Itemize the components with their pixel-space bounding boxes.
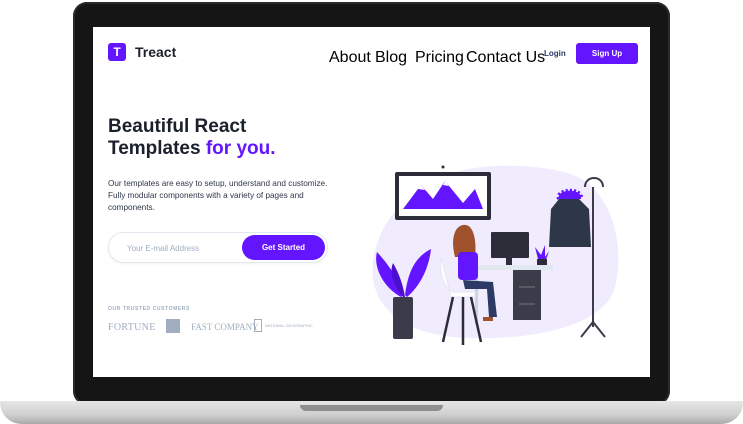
nav-link-pricing[interactable]: Pricing <box>415 49 464 67</box>
brand-name: Treact <box>135 44 177 60</box>
nav-link-contact[interactable]: Contact Us <box>466 49 545 67</box>
email-signup-form: Get Started <box>108 232 328 263</box>
fast-company-logo: FAST COMPANY <box>191 322 259 332</box>
desk-drawers <box>513 270 541 320</box>
laptop-screen: T Treact About Blog Pricing Contact Us L… <box>93 27 650 377</box>
logo-mark-icon: T <box>108 43 126 61</box>
email-input[interactable] <box>125 239 239 257</box>
person-torso <box>458 252 478 280</box>
headline-line-1: Beautiful React <box>108 116 247 137</box>
plant-pot-icon <box>393 297 413 339</box>
hero-illustration <box>372 165 619 345</box>
nav-link-about[interactable]: About <box>329 49 371 67</box>
trusted-customers-heading: OUR TRUSTED CUSTOMERS <box>108 306 190 312</box>
headline-accent: for you. <box>205 138 276 159</box>
signup-button[interactable]: Sign Up <box>576 43 638 64</box>
desk-top <box>473 265 553 270</box>
national-geographic-logo: NATIONAL GEOGRAPHIC <box>254 319 313 332</box>
nat-geo-text: NATIONAL GEOGRAPHIC <box>265 323 313 328</box>
get-started-button[interactable]: Get Started <box>242 235 325 260</box>
headline-line-2: Templates <box>108 138 206 159</box>
hero-subtext: Our templates are easy to setup, underst… <box>108 179 328 212</box>
monitor-icon <box>491 232 529 258</box>
login-link[interactable]: Login <box>544 49 566 58</box>
fortune-logo: FORTUNE <box>108 322 156 333</box>
laptop-notch <box>300 405 443 411</box>
wall-hook-icon <box>441 165 445 169</box>
hero-headline: Beautiful React Templates for you. <box>108 116 276 160</box>
brand-logo[interactable]: T Treact <box>108 43 176 61</box>
publication-logo-box <box>166 319 180 333</box>
nat-geo-frame-icon <box>254 319 262 332</box>
nav-link-blog[interactable]: Blog <box>375 49 407 67</box>
